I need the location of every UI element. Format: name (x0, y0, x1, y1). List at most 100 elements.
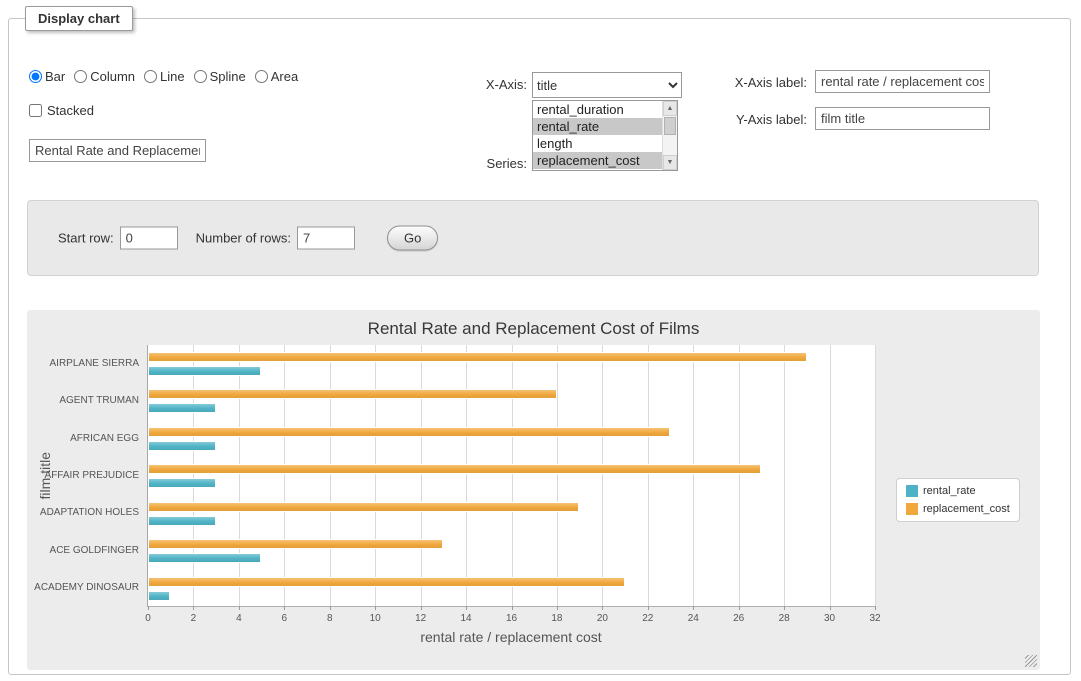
legend-item-replacement_cost[interactable]: replacement_cost (906, 503, 1010, 515)
chart-type-label: Column (90, 69, 135, 84)
gridline (557, 345, 558, 606)
x-tick (557, 606, 558, 610)
stacked-checkbox[interactable] (29, 104, 42, 117)
fieldset-legend: Display chart (25, 6, 133, 31)
gridline (784, 345, 785, 606)
chart-type-option-bar[interactable]: Bar (29, 69, 65, 84)
series-options: rental_durationrental_ratelengthreplacem… (533, 101, 662, 170)
scrollbar-down-button[interactable]: ▼ (663, 155, 677, 170)
bar-rental_rate[interactable] (148, 516, 216, 526)
gridline (193, 345, 194, 606)
x-tick (875, 606, 876, 610)
gridline (330, 345, 331, 606)
x-tick-label: 0 (145, 613, 151, 624)
rows-panel: Start row: Number of rows: Go (27, 200, 1039, 276)
x-tick (693, 606, 694, 610)
x-tick-label: 20 (597, 613, 608, 624)
gridline (421, 345, 422, 606)
num-rows-input[interactable] (297, 227, 355, 250)
plot-area: 02468101214161820222426283032AIRPLANE SI… (147, 345, 875, 607)
x-tick (466, 606, 467, 610)
x-tick (784, 606, 785, 610)
legend-item-rental_rate[interactable]: rental_rate (906, 485, 1010, 497)
x-tick (648, 606, 649, 610)
display-chart-fieldset: Display chart Bar Column Line Spline Area St… (8, 6, 1071, 675)
x-axis-select[interactable]: title (532, 72, 682, 98)
gridline (648, 345, 649, 606)
x-tick (284, 606, 285, 610)
series-option-rental_duration[interactable]: rental_duration (533, 101, 662, 118)
x-tick (602, 606, 603, 610)
bar-rental_rate[interactable] (148, 366, 261, 376)
chart-type-option-area[interactable]: Area (255, 69, 298, 84)
gridline (693, 345, 694, 606)
stacked-option[interactable]: Stacked (29, 103, 94, 118)
x-tick-label: 24 (688, 613, 699, 624)
chart-type-radio-column[interactable] (74, 70, 87, 83)
x-tick-label: 16 (506, 613, 517, 624)
gridline (284, 345, 285, 606)
legend-label: replacement_cost (923, 503, 1010, 515)
chart-type-option-line[interactable]: Line (144, 69, 185, 84)
x-tick-label: 14 (461, 613, 472, 624)
bar-replacement_cost[interactable] (148, 502, 579, 512)
x-tick-label: 22 (642, 613, 653, 624)
bar-rental_rate[interactable] (148, 591, 170, 601)
chart-resize-handle[interactable] (1025, 655, 1037, 667)
chart-type-radio-bar[interactable] (29, 70, 42, 83)
chart-type-radio-line[interactable] (144, 70, 157, 83)
start-row-input[interactable] (120, 227, 178, 250)
bar-rental_rate[interactable] (148, 553, 261, 563)
bar-replacement_cost[interactable] (148, 577, 625, 587)
x-axis-select-label: X-Axis: (427, 77, 527, 92)
series-label: Series: (427, 156, 527, 171)
chart-type-radio-spline[interactable] (194, 70, 207, 83)
x-axis-label-input[interactable] (815, 70, 990, 93)
category-label: ADAPTATION HOLES (40, 507, 139, 518)
x-tick-label: 2 (191, 613, 197, 624)
bar-replacement_cost[interactable] (148, 389, 557, 399)
bar-rental_rate[interactable] (148, 403, 216, 413)
fieldset-content: BarColumnLineSplineArea Stacked X-Axis: … (9, 31, 1070, 674)
y-axis-label-input[interactable] (815, 107, 990, 130)
chart-type-option-column[interactable]: Column (74, 69, 135, 84)
num-rows-label: Number of rows: (196, 231, 291, 246)
series-option-rental_rate[interactable]: rental_rate (533, 118, 662, 135)
gridline (512, 345, 513, 606)
x-tick-label: 26 (733, 613, 744, 624)
series-listbox[interactable]: rental_durationrental_ratelengthreplacem… (532, 100, 678, 171)
x-tick (421, 606, 422, 610)
bar-rental_rate[interactable] (148, 441, 216, 451)
bar-replacement_cost[interactable] (148, 464, 761, 474)
series-option-replacement_cost[interactable]: replacement_cost (533, 152, 662, 169)
go-button[interactable]: Go (387, 226, 438, 251)
x-tick-label: 30 (824, 613, 835, 624)
bar-replacement_cost[interactable] (148, 427, 670, 437)
series-option-length[interactable]: length (533, 135, 662, 152)
scrollbar-up-button[interactable]: ▲ (663, 101, 677, 116)
legend-swatch (906, 503, 918, 515)
x-tick (330, 606, 331, 610)
chart-type-option-spline[interactable]: Spline (194, 69, 246, 84)
scrollbar-thumb[interactable] (664, 117, 676, 135)
x-tick (739, 606, 740, 610)
category-label: AIRPLANE SIERRA (50, 358, 139, 369)
bar-replacement_cost[interactable] (148, 352, 807, 362)
gridline (830, 345, 831, 606)
gridline (375, 345, 376, 606)
category-label: AGENT TRUMAN (59, 395, 139, 406)
category-label: AFFAIR PREJUDICE (45, 470, 139, 481)
chart-title-input[interactable] (29, 139, 206, 162)
x-axis-title: rental rate / replacement cost (147, 629, 875, 645)
chart-type-label: Spline (210, 69, 246, 84)
x-tick (512, 606, 513, 610)
x-tick-label: 10 (370, 613, 381, 624)
category-label: AFRICAN EGG (70, 433, 139, 444)
category-label: ACE GOLDFINGER (50, 545, 139, 556)
x-tick-label: 18 (551, 613, 562, 624)
series-scrollbar[interactable]: ▲ ▼ (662, 101, 677, 170)
bar-replacement_cost[interactable] (148, 539, 443, 549)
x-tick-label: 28 (779, 613, 790, 624)
bar-rental_rate[interactable] (148, 478, 216, 488)
chart-type-radio-area[interactable] (255, 70, 268, 83)
